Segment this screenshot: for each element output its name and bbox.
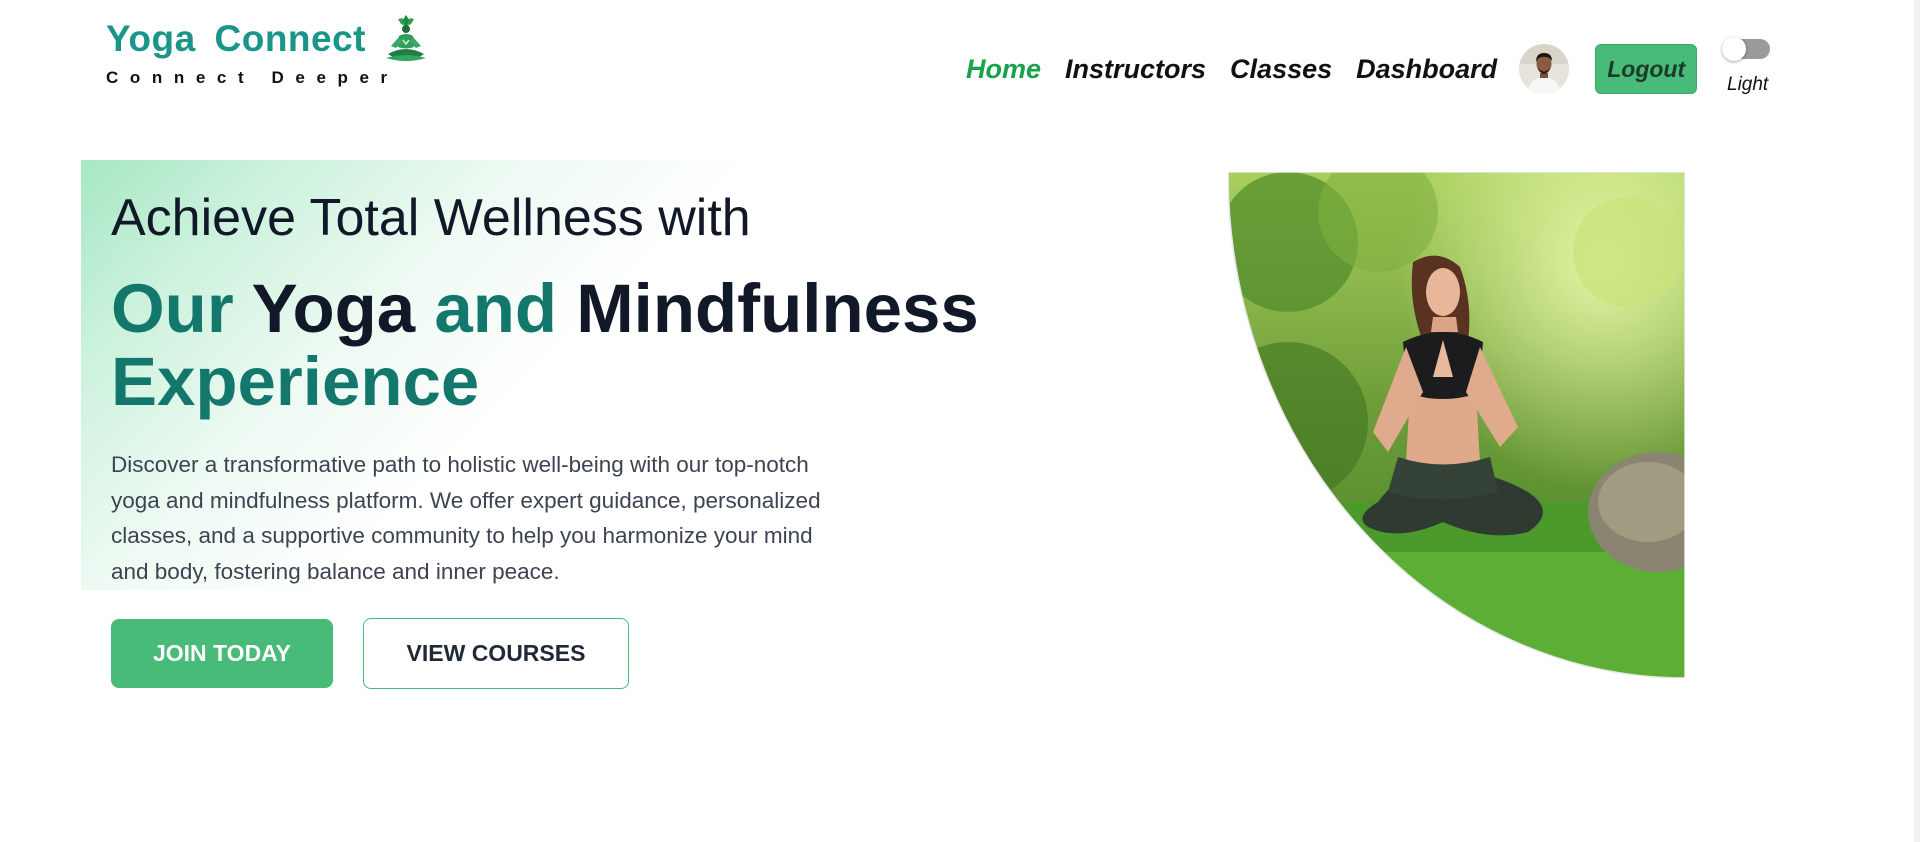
page-scrollbar[interactable]: [1914, 0, 1920, 842]
nav-dashboard[interactable]: Dashboard: [1356, 54, 1497, 85]
hero-heading-line1: Achieve Total Wellness with: [111, 189, 751, 247]
join-today-button[interactable]: JOIN TODAY: [111, 619, 333, 688]
heading-word-mindfulness: Mindfulness: [576, 270, 979, 347]
main-nav: Home Instructors Classes Dashboard Logou…: [966, 44, 1698, 94]
hero-heading-line2: Our Yoga and Mindfulness Experience: [111, 272, 1011, 418]
nav-instructors[interactable]: Instructors: [1065, 54, 1206, 85]
nav-classes[interactable]: Classes: [1230, 54, 1332, 85]
nav-home[interactable]: Home: [966, 54, 1041, 85]
brand-tagline: Connect Deeper: [106, 68, 399, 87]
hero-description: Discover a transformative path to holist…: [111, 452, 821, 584]
brand[interactable]: Yoga Connect Connect Deeper: [106, 14, 430, 88]
logout-button[interactable]: Logout: [1595, 44, 1698, 94]
avatar-icon: [1519, 44, 1570, 94]
view-courses-button[interactable]: VIEW COURSES: [363, 618, 629, 689]
toggle-knob: [1722, 37, 1746, 61]
heading-word-and: and: [434, 270, 558, 347]
toggle-switch[interactable]: [1722, 37, 1770, 61]
theme-label: Light: [1727, 74, 1769, 95]
heading-word-experience: Experience: [111, 343, 480, 420]
meditating-figure-icon: [386, 15, 426, 61]
heading-word-yoga: Yoga: [251, 270, 416, 347]
yoga-woman-meditating-photo: [1228, 172, 1685, 678]
heading-word-our: Our: [111, 270, 234, 347]
brand-title: Yoga Connect: [106, 18, 366, 59]
user-avatar[interactable]: [1519, 44, 1570, 94]
theme-toggle[interactable]: Light: [1720, 36, 1772, 95]
